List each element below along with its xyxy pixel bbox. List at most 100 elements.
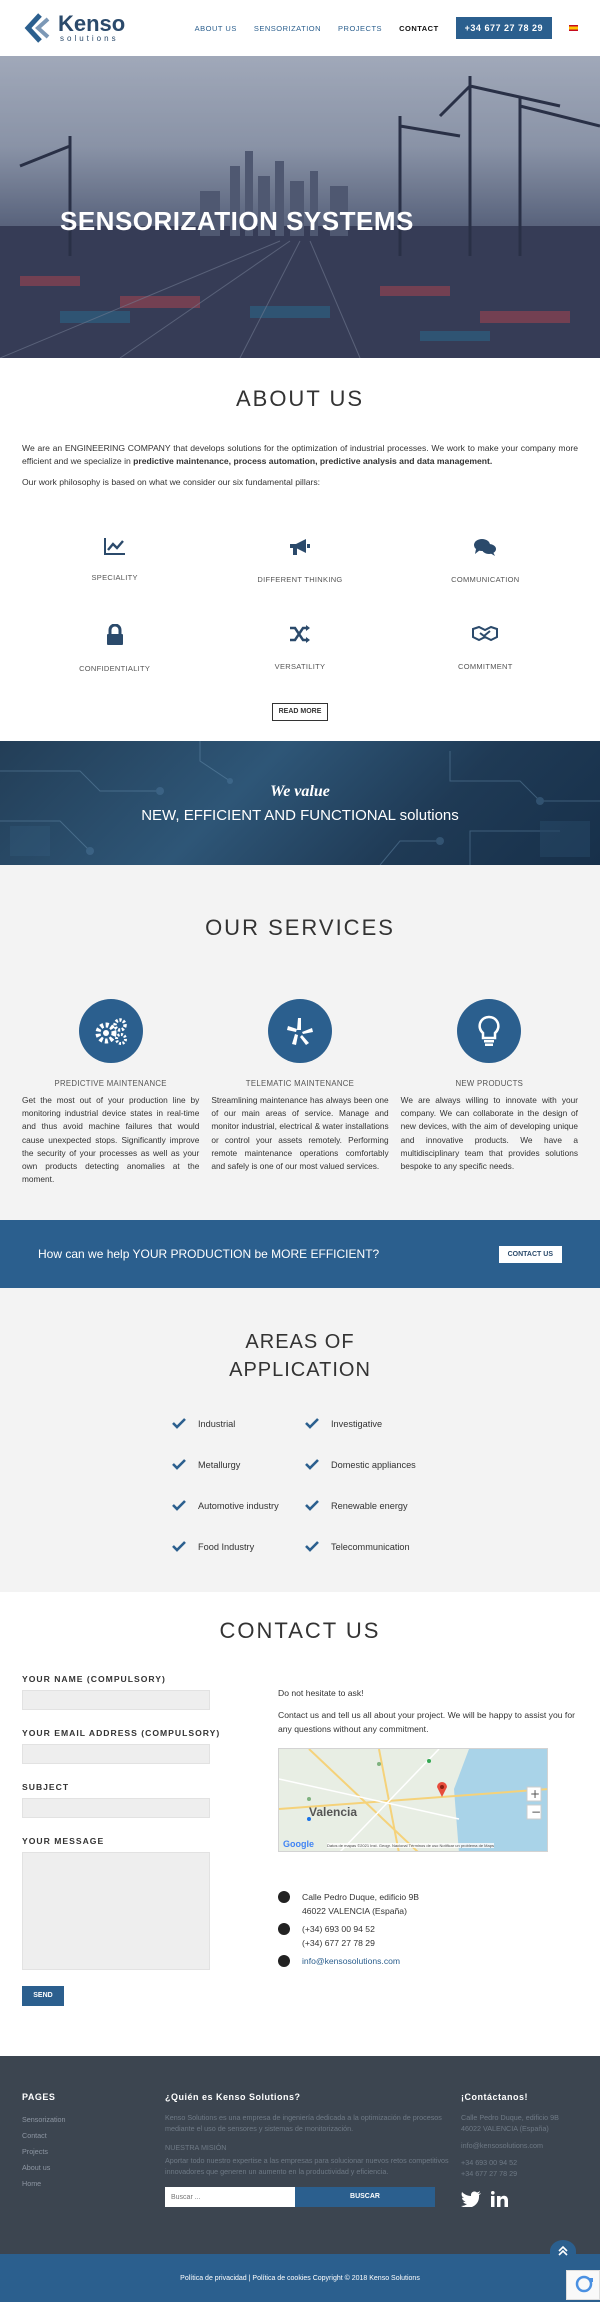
pillar-versatility: VERSATILITY (207, 624, 392, 673)
hero-banner: SENSORIZATION SYSTEMS (0, 56, 600, 358)
gears-icon (95, 1018, 127, 1045)
checkmark-icon (172, 1500, 186, 1512)
footer-contact: ¡Contáctanos! Calle Pedro Duque, edifici… (451, 2092, 578, 2208)
main-menu: ABOUT US SENSORIZATION PROJECTS CONTACT … (195, 17, 578, 39)
address-line1: Calle Pedro Duque, edificio 9B (302, 1892, 420, 1903)
footer-about: ¿Quién es Kenso Solutions? Kenso Solutio… (165, 2092, 451, 2208)
service-description: Get the most out of your production line… (22, 1095, 200, 1185)
contact-us-button[interactable]: CONTACT US (498, 1245, 562, 1263)
contact-intro: Do not hesitate to ask! (278, 1688, 364, 1699)
footer-link[interactable]: About us (22, 2160, 165, 2176)
footer-contact-line[interactable]: +34 693 00 94 52 (461, 2157, 578, 2168)
name-label: YOUR NAME (COMPULSORY) (22, 1674, 166, 1685)
checkmark-icon (172, 1541, 186, 1553)
logo[interactable]: Kenso solutions (22, 13, 125, 43)
email-field[interactable] (22, 1744, 210, 1765)
cta-text: How can we help YOUR PRODUCTION be MORE … (38, 1247, 380, 1262)
footer-columns: PAGES Sensorization Contact Projects Abo… (22, 2092, 578, 2208)
areas-title-line2: APPLICATION (229, 1359, 371, 1382)
linkedin-icon[interactable] (491, 2191, 508, 2208)
scroll-to-top-button[interactable] (550, 2240, 576, 2263)
service-description: Streamlining maintenance has always been… (211, 1095, 389, 1172)
checkmark-icon (305, 1418, 319, 1430)
footer-contact-line[interactable]: info@kensosolutions.com (461, 2140, 578, 2151)
spanish-flag-icon[interactable] (569, 25, 578, 31)
circuit-board-image (0, 741, 600, 865)
footer-search-button[interactable]: BUSCAR (295, 2187, 435, 2208)
area-item: Metallurgy (172, 1459, 289, 1471)
pillar-label: CONFIDENTIALITY (79, 664, 151, 673)
phone-2[interactable]: (+34) 677 27 78 29 (302, 1936, 375, 1950)
nav-item-about-us[interactable]: ABOUT US (195, 24, 237, 33)
contact-grid: YOUR NAME (COMPULSORY) YOUR EMAIL ADDRES… (22, 1674, 578, 2007)
nav-item-projects[interactable]: PROJECTS (338, 24, 382, 33)
pillar-label: DIFFERENT THINKING (257, 575, 343, 584)
service-icon-circle (78, 999, 143, 1063)
address-row: Calle Pedro Duque, edificio 9B 46022 VALE… (278, 1890, 578, 1918)
contact-title: CONTACT US (219, 1618, 381, 1644)
google-logo: Google (283, 1839, 314, 1850)
svg-text:−: − (531, 1805, 541, 1819)
footer-pages-title: PAGES (22, 2092, 56, 2103)
footer-link[interactable]: Projects (22, 2144, 165, 2160)
yelp-like-icon (286, 1018, 313, 1045)
footer-link[interactable]: Contact (22, 2128, 165, 2144)
recaptcha-icon (575, 2276, 593, 2293)
contact-info: Do not hesitate to ask! Contact us and t… (278, 1674, 578, 2006)
footer-search-input[interactable] (165, 2187, 295, 2208)
social-links (461, 2191, 578, 2208)
contact-email[interactable]: info@kensosolutions.com (302, 1954, 400, 1968)
cta-banner: How can we help YOUR PRODUCTION be MORE … (0, 1220, 600, 1289)
areas-list: Industrial Investigative Metallurgy Dome… (172, 1418, 422, 1553)
map-attribution: Datos de mapas ©2021 Inst. Geogr. Nacion… (327, 1843, 494, 1849)
logo-subtitle: solutions (60, 34, 119, 43)
read-more-button[interactable]: READ MORE (272, 703, 328, 721)
footer-mission-title: NUESTRA MISIÓN (165, 2143, 227, 2153)
area-label: Domestic appliances (331, 1459, 416, 1470)
email-row: info@kensosolutions.com (278, 1954, 578, 1968)
contact-form: YOUR NAME (COMPULSORY) YOUR EMAIL ADDRES… (22, 1674, 252, 2007)
checkmark-icon (305, 1541, 319, 1553)
send-button[interactable]: SEND (22, 1986, 64, 2007)
checkmark-icon (305, 1500, 319, 1512)
services-title: OUR SERVICES (205, 915, 395, 940)
twitter-icon[interactable] (461, 2191, 481, 2208)
pillar-label: SPECIALITY (91, 573, 138, 582)
service-predictive-maintenance: PREDICTIVE MAINTENANCE Get the most out … (22, 999, 199, 1186)
address-line2: 46022 VALENCIA (España) (302, 1906, 407, 1917)
logo-name: Kenso (58, 11, 126, 36)
area-item: Food Industry (172, 1541, 289, 1553)
footer-link[interactable]: Sensorization (22, 2112, 165, 2128)
copyright-text[interactable]: Política de privacidad | Política de coo… (180, 2275, 420, 2282)
pillar-confidentiality: CONFIDENTIALITY (22, 624, 207, 673)
area-item: Domestic appliances (305, 1459, 422, 1471)
pillar-communication: COMMUNICATION (393, 537, 578, 584)
google-map[interactable]: + − Valencia Google Datos de mapas ©2021… (278, 1748, 548, 1853)
area-label: Industrial (198, 1418, 236, 1429)
value-banner: We value NEW, EFFICIENT AND FUNCTIONAL s… (0, 741, 600, 865)
about-paragraph: We are an ENGINEERING COMPANY that devel… (22, 442, 578, 468)
footer-link[interactable]: Home (22, 2176, 165, 2192)
service-new-products: NEW PRODUCTS We are always willing to in… (401, 999, 578, 1186)
recaptcha-badge[interactable] (566, 2270, 600, 2301)
areas-title: AREAS OF APPLICATION (0, 1328, 600, 1384)
area-label: Renewable energy (331, 1500, 408, 1511)
phone-1[interactable]: (+34) 693 00 94 52 (302, 1922, 375, 1936)
footer-contact-line[interactable]: +34 677 27 78 29 (461, 2168, 578, 2179)
about-section: ABOUT US We are an ENGINEERING COMPANY t… (0, 358, 600, 741)
map-city-label: Valencia (309, 1805, 358, 1820)
service-description: We are always willing to innovate with y… (400, 1095, 578, 1172)
message-field[interactable] (22, 1852, 210, 1971)
bullhorn-icon (289, 539, 310, 555)
nav-item-contact[interactable]: CONTACT (399, 24, 439, 33)
footer-mission-text: Aportar todo nuestro expertise a las emp… (165, 2156, 449, 2177)
service-title: NEW PRODUCTS (455, 1079, 524, 1088)
phone-button[interactable]: +34 677 27 78 29 (455, 17, 552, 39)
area-label: Automotive industry (198, 1500, 279, 1511)
area-label: Food Industry (198, 1541, 255, 1552)
double-chevron-up-icon (558, 2246, 568, 2256)
name-field[interactable] (22, 1690, 210, 1711)
subject-label: SUBJECT (22, 1782, 70, 1793)
nav-item-sensorization[interactable]: SENSORIZATION (254, 24, 321, 33)
subject-field[interactable] (22, 1798, 210, 1819)
